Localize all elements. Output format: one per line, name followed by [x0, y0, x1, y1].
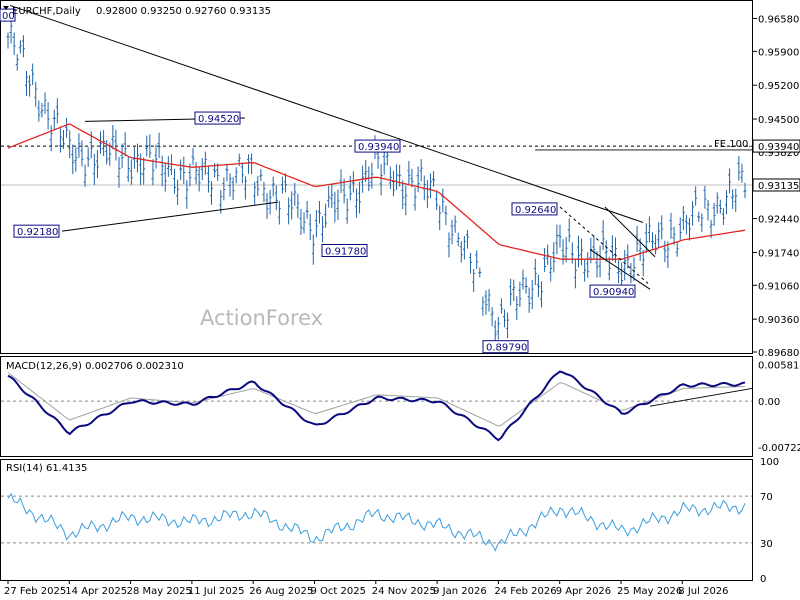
price-annotation-label: 0.89790 [486, 343, 527, 354]
chart-symbol: EURCHF,Daily [12, 6, 81, 17]
x-axis-label: 14 Apr 2025 [65, 586, 127, 597]
x-axis-label: 27 Feb 2025 [4, 586, 66, 597]
chart-canvas: 0.94520 0.93940 0.92180 0.91780 0.92640 0.909… [0, 0, 800, 597]
x-axis-label: 25 May 2026 [617, 586, 682, 597]
x-axis-label: 26 Aug 2025 [249, 586, 313, 597]
price-axis-label: 0.94500 [758, 115, 799, 126]
price-annotation-label: 0.92180 [17, 227, 58, 238]
macd-axis-label: 0.00 [758, 397, 780, 408]
x-axis-label: 9 Jan 2026 [433, 586, 487, 597]
macd-signal-line [7, 372, 746, 427]
x-axis-label: 8 Jul 2026 [678, 586, 728, 597]
price-axis-label: 0.95900 [758, 47, 799, 58]
price-annotation-label: 0.92640 [515, 205, 556, 216]
price-axis-label: 0.95200 [758, 81, 799, 92]
rsi-axis-label: 100 [760, 457, 779, 468]
current-price-label: 0.93135 [758, 181, 799, 192]
price-axis-label: 0.90360 [758, 315, 799, 326]
chart-ohlc: 0.92800 0.93250 0.92760 0.93135 [96, 6, 271, 17]
macd-axis-label: -0.007222 [758, 443, 800, 454]
level-price-label: 0.93940 [758, 142, 799, 153]
fe-label: FE 100.0 [714, 139, 758, 150]
x-axis-label: 9 Oct 2025 [311, 586, 366, 597]
rsi-axis-label: 0 [760, 574, 766, 585]
watermark: ActionForex [200, 306, 323, 330]
x-axis-label: 9 Apr 2026 [556, 586, 611, 597]
price-axis-label: 0.96580 [758, 14, 799, 25]
price-axis-label: 0.91740 [758, 248, 799, 259]
rsi-title: RSI(14) 61.4135 [6, 463, 87, 474]
macd-axis-label: 0.005814 [758, 360, 800, 371]
x-axis-label: 11 Jul 2025 [188, 586, 245, 597]
price-annotation-label: 0.94520 [198, 114, 239, 125]
x-axis-label: 28 May 2025 [127, 586, 192, 597]
rsi-axis-label: 30 [760, 539, 773, 550]
lower-channel-line [61, 201, 279, 232]
overlays: 0.94520 0.93940 0.92180 0.91780 0.92640 0.909… [0, 4, 758, 354]
x-axis-label: 24 Feb 2026 [494, 586, 556, 597]
header: EURCHF,Daily 0.92800 0.93250 0.92760 0.9… [3, 6, 271, 17]
wedge-line-1 [559, 206, 649, 284]
rsi-panel-frame [0, 459, 753, 581]
wedge-line-3 [589, 249, 651, 290]
macd-series [7, 370, 753, 442]
price-axis-label: 0.91060 [758, 281, 799, 292]
price-axis-label: 0.89680 [758, 348, 799, 359]
price-annotation-label: 0.90940 [593, 287, 634, 298]
panel-frames [0, 0, 753, 581]
grid-lines [1, 17, 757, 544]
macd-trend-line [649, 387, 753, 407]
price-annotation-label: 0.91780 [325, 246, 366, 257]
rsi-line [7, 492, 746, 552]
price-annotation-label: 0.93940 [358, 142, 399, 153]
x-axis-label: 24 Nov 2025 [372, 586, 436, 597]
rsi-series [7, 492, 746, 552]
macd-title: MACD(12,26,9) 0.002706 0.002310 [6, 361, 184, 372]
price-axis-label: 0.92440 [758, 215, 799, 226]
rsi-axis-label: 70 [760, 492, 773, 503]
long-downtrend-line [9, 4, 644, 223]
